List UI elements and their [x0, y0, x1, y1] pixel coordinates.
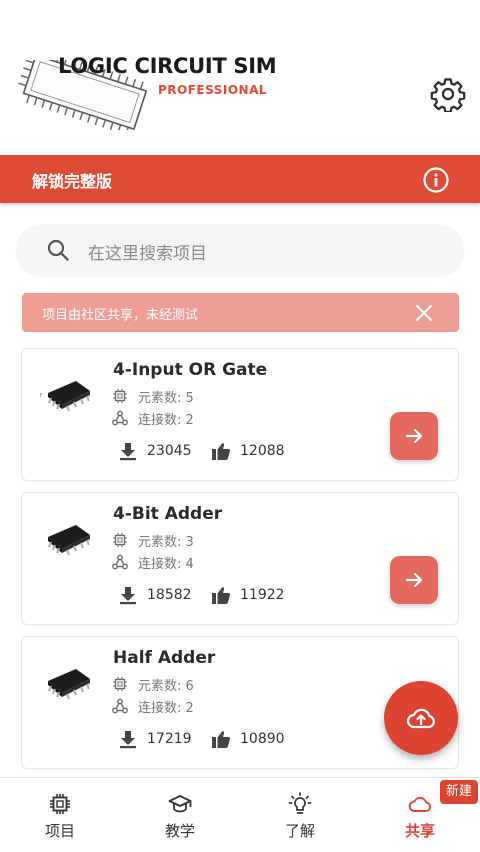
project-title: 4-Input OR Gate [113, 360, 268, 380]
download-count: 17219 [147, 731, 192, 747]
app-header: LOGIC CIRCUIT SIM PROFESSIONAL [0, 0, 480, 155]
like-count: 10890 [240, 731, 285, 747]
lightbulb-icon [288, 792, 312, 814]
nav-label: 共享 [404, 822, 435, 840]
download-icon [120, 731, 136, 749]
nav-item-projects[interactable]: 项目 [0, 778, 120, 852]
unlock-label: 解锁完整版 [32, 172, 113, 191]
ic-chip-icon [47, 669, 91, 700]
thumbs-up-icon [212, 731, 230, 748]
download-stat: 17219 [118, 728, 192, 750]
connection-count: 连接数: 2 [138, 700, 194, 716]
connection-icon [112, 554, 128, 570]
like-count: 11922 [240, 587, 285, 603]
gear-icon[interactable] [430, 76, 466, 112]
chip-icon [50, 794, 70, 814]
connection-count: 连接数: 4 [138, 556, 194, 572]
connection-icon [112, 698, 128, 714]
like-stat: 12088 [211, 440, 285, 462]
graduation-cap-icon [168, 795, 192, 813]
download-stat: 18582 [118, 584, 192, 606]
thumbs-up-icon [212, 587, 230, 604]
project-title: Half Adder [113, 648, 216, 668]
connection-count: 连接数: 2 [138, 412, 194, 428]
like-stat: 11922 [211, 584, 285, 606]
connection-count-row: 连接数: 2 [112, 409, 194, 428]
upload-project-fab[interactable] [384, 681, 458, 755]
cloud-icon [408, 796, 432, 812]
search-input[interactable]: 在这里搜索项目 [88, 239, 207, 264]
project-title: 4-Bit Adder [113, 504, 223, 524]
element-count: 元素数: 3 [138, 534, 194, 550]
like-stat: 10890 [211, 728, 285, 750]
download-stat: 23045 [118, 440, 192, 462]
download-count: 18582 [147, 587, 192, 603]
logo-title: LOGIC CIRCUIT SIM [58, 54, 277, 78]
bottom-navigation: 项目 教学 了解 共享 [0, 777, 480, 852]
ic-chip-icon [40, 381, 91, 412]
nav-label: 教学 [164, 822, 195, 840]
nav-label: 了解 [284, 822, 315, 840]
close-icon[interactable] [413, 302, 435, 324]
nav-label: 项目 [44, 822, 75, 840]
chip-icon [113, 533, 127, 547]
nav-item-tutorial[interactable]: 教学 [120, 778, 240, 852]
connection-count-row: 连接数: 4 [112, 553, 194, 572]
community-notice: 项目由社区共享，未经测试 [22, 293, 459, 332]
element-count-row: 元素数: 5 [112, 387, 194, 406]
arrow-right-icon [405, 572, 423, 588]
open-project-button[interactable] [390, 556, 438, 604]
search-icon [47, 239, 69, 261]
nav-item-learn[interactable]: 了解 [240, 778, 360, 852]
download-icon [120, 587, 136, 605]
new-badge[interactable]: 新建 [440, 780, 478, 804]
connection-count-row: 连接数: 2 [112, 697, 194, 716]
cloud-upload-icon [406, 708, 435, 729]
chip-icon [113, 389, 127, 403]
element-count: 元素数: 5 [138, 390, 194, 406]
element-count: 元素数: 6 [138, 678, 194, 694]
unlock-full-version-bar[interactable]: 解锁完整版 [0, 155, 480, 203]
project-card[interactable]: 4-Input OR Gate 元素数: 5 连接数: 2 23045 1208… [21, 348, 459, 481]
ic-chip-icon [47, 525, 91, 556]
project-card[interactable]: 4-Bit Adder 元素数: 3 连接数: 4 18582 11922 [21, 492, 459, 625]
download-icon [120, 443, 136, 461]
arrow-right-icon [405, 428, 423, 444]
connection-icon [112, 410, 128, 426]
open-project-button[interactable] [390, 412, 438, 460]
app-logo: LOGIC CIRCUIT SIM PROFESSIONAL [14, 50, 284, 130]
chip-icon [113, 677, 127, 691]
info-icon[interactable] [423, 167, 449, 193]
element-count-row: 元素数: 6 [112, 675, 194, 694]
thumbs-up-icon [212, 443, 230, 460]
search-bar[interactable]: 在这里搜索项目 [16, 224, 464, 276]
like-count: 12088 [240, 443, 285, 459]
notice-text: 项目由社区共享，未经测试 [42, 308, 199, 323]
download-count: 23045 [147, 443, 192, 459]
logo-subtitle: PROFESSIONAL [158, 83, 268, 97]
element-count-row: 元素数: 3 [112, 531, 194, 550]
